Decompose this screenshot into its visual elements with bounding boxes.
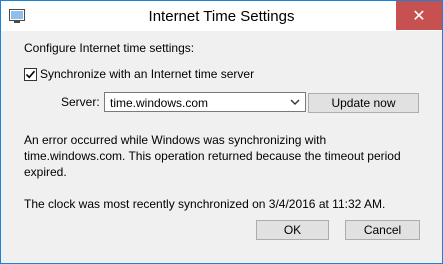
window-title: Internet Time Settings xyxy=(148,8,295,25)
server-label: Server: xyxy=(61,95,100,109)
close-icon: ✕ xyxy=(412,7,426,25)
error-message: An error occurred while Windows was sync… xyxy=(24,132,424,180)
chevron-down-icon[interactable] xyxy=(288,95,302,109)
title-bar: Internet Time Settings ✕ xyxy=(1,1,442,31)
configure-label: Configure Internet time settings: xyxy=(24,41,195,55)
sync-checkbox-label[interactable]: Synchronize with an Internet time server xyxy=(40,67,254,81)
checkmark-icon xyxy=(25,70,36,79)
close-button[interactable]: ✕ xyxy=(396,1,442,30)
ok-button[interactable]: OK xyxy=(256,220,329,240)
update-now-button[interactable]: Update now xyxy=(308,93,419,113)
dialog-content: Configure Internet time settings: Synchr… xyxy=(8,31,435,256)
server-combobox[interactable]: time.windows.com xyxy=(104,92,306,112)
sync-checkbox[interactable] xyxy=(24,68,37,81)
last-sync-text: The clock was most recently synchronized… xyxy=(24,197,386,211)
error-line: expired. xyxy=(24,165,67,179)
error-line: time.windows.com. This operation returne… xyxy=(24,149,401,163)
internet-time-settings-window: Internet Time Settings ✕ Configure Inter… xyxy=(0,0,443,264)
cancel-button[interactable]: Cancel xyxy=(345,220,420,240)
server-value: time.windows.com xyxy=(110,96,209,110)
error-line: An error occurred while Windows was sync… xyxy=(24,133,327,147)
